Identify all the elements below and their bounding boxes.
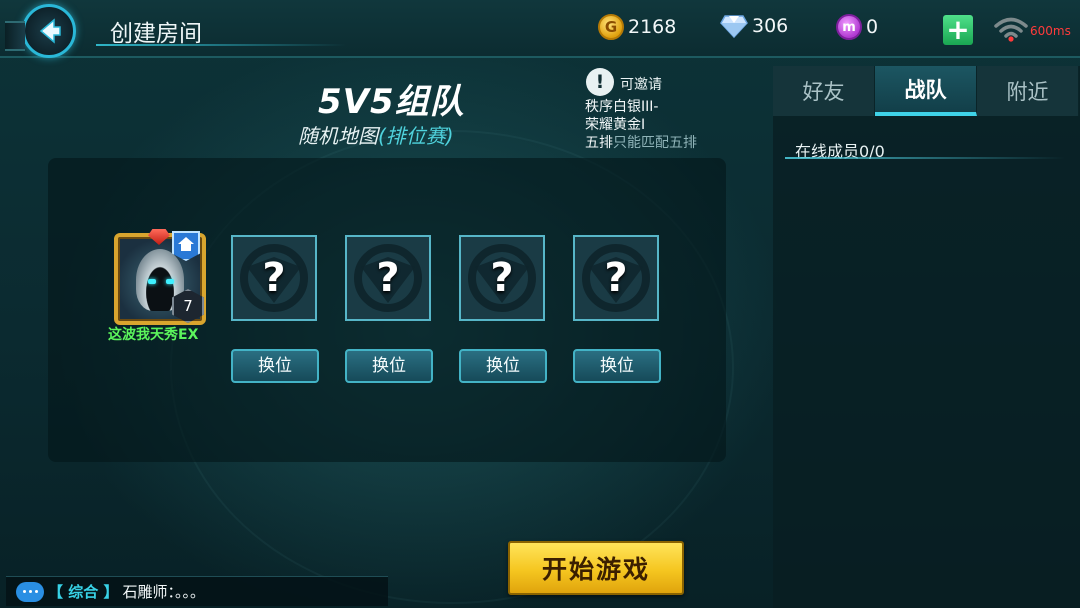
back-arrow-icon [39, 18, 61, 44]
back-button[interactable] [5, 4, 76, 58]
swap-position-button[interactable]: 换位 [345, 349, 433, 383]
page-title: 创建房间 [110, 21, 202, 47]
empty-slot-mark: ? [376, 255, 400, 301]
diamond-amount: 306 [752, 15, 789, 37]
add-currency-button[interactable]: + [943, 15, 973, 45]
five-stack-rule: 五排只能匹配五排 [585, 134, 697, 152]
player-name: 这波我天秀EX [108, 327, 199, 343]
invite-rank-max: 荣耀黄金I [585, 117, 646, 133]
invite-rank-min: 秩序白银III- [585, 99, 659, 115]
diamond-counter: 306 [720, 14, 788, 38]
empty-team-slot[interactable]: ? [345, 235, 431, 321]
token-icon: m [836, 14, 862, 40]
empty-team-slot[interactable]: ? [231, 235, 317, 321]
tab-clan[interactable]: 战队 [875, 66, 977, 116]
tab-nearby[interactable]: 附近 [977, 66, 1079, 116]
five-stack-note: 只能匹配五排 [613, 135, 697, 151]
exclamation-icon[interactable]: ! [586, 68, 614, 96]
empty-slot-mark: ? [262, 255, 286, 301]
token-amount: 0 [866, 16, 879, 38]
match-type: (排位赛) [378, 124, 454, 148]
gold-coin-icon: G [598, 14, 624, 40]
five-stack-prefix: 五排 [585, 135, 613, 151]
map-subtitle: 随机地图(排位赛) [298, 120, 454, 149]
gold-amount: 2168 [628, 16, 677, 38]
gold-counter: G 2168 [598, 14, 676, 40]
chat-channel: 【 综合 】 [48, 583, 119, 601]
empty-team-slot[interactable]: ? [459, 235, 545, 321]
swap-position-button[interactable]: 换位 [231, 349, 319, 383]
chat-bubble-icon [16, 581, 44, 602]
swap-position-button[interactable]: 换位 [573, 349, 661, 383]
title-underline [96, 44, 346, 46]
house-glyph [178, 237, 194, 251]
mode-title: 5V5组队 [318, 82, 465, 122]
divider [785, 157, 1065, 159]
chat-message: 石雕师：。。。 [122, 583, 205, 601]
plus-icon: + [946, 13, 970, 46]
empty-team-slot[interactable]: ? [573, 235, 659, 321]
diamond-icon [720, 15, 748, 38]
avatar-eyes [148, 279, 174, 285]
invite-label: 可邀请 [620, 77, 662, 93]
token-counter: m 0 [836, 14, 878, 40]
empty-slot-mark: ? [490, 255, 514, 301]
map-name: 随机地图 [298, 124, 378, 148]
tab-friends[interactable]: 好友 [773, 66, 875, 116]
invite-rules: 秩序白银III- 荣耀黄金I 五排只能匹配五排 [585, 98, 697, 152]
chat-bar[interactable]: 【 综合 】 石雕师：。。。 [6, 576, 388, 606]
start-game-button[interactable]: 开始游戏 [508, 541, 684, 595]
side-panel-tabs: 好友 战队 附近 [773, 66, 1080, 116]
swap-position-button[interactable]: 换位 [459, 349, 547, 383]
ping-readout: 600ms [1030, 24, 1071, 38]
wifi-icon [994, 17, 1028, 42]
top-bar: 创建房间 G 2168 306 m 0 + 600ms [0, 0, 1080, 58]
empty-slot-mark: ? [604, 255, 628, 301]
